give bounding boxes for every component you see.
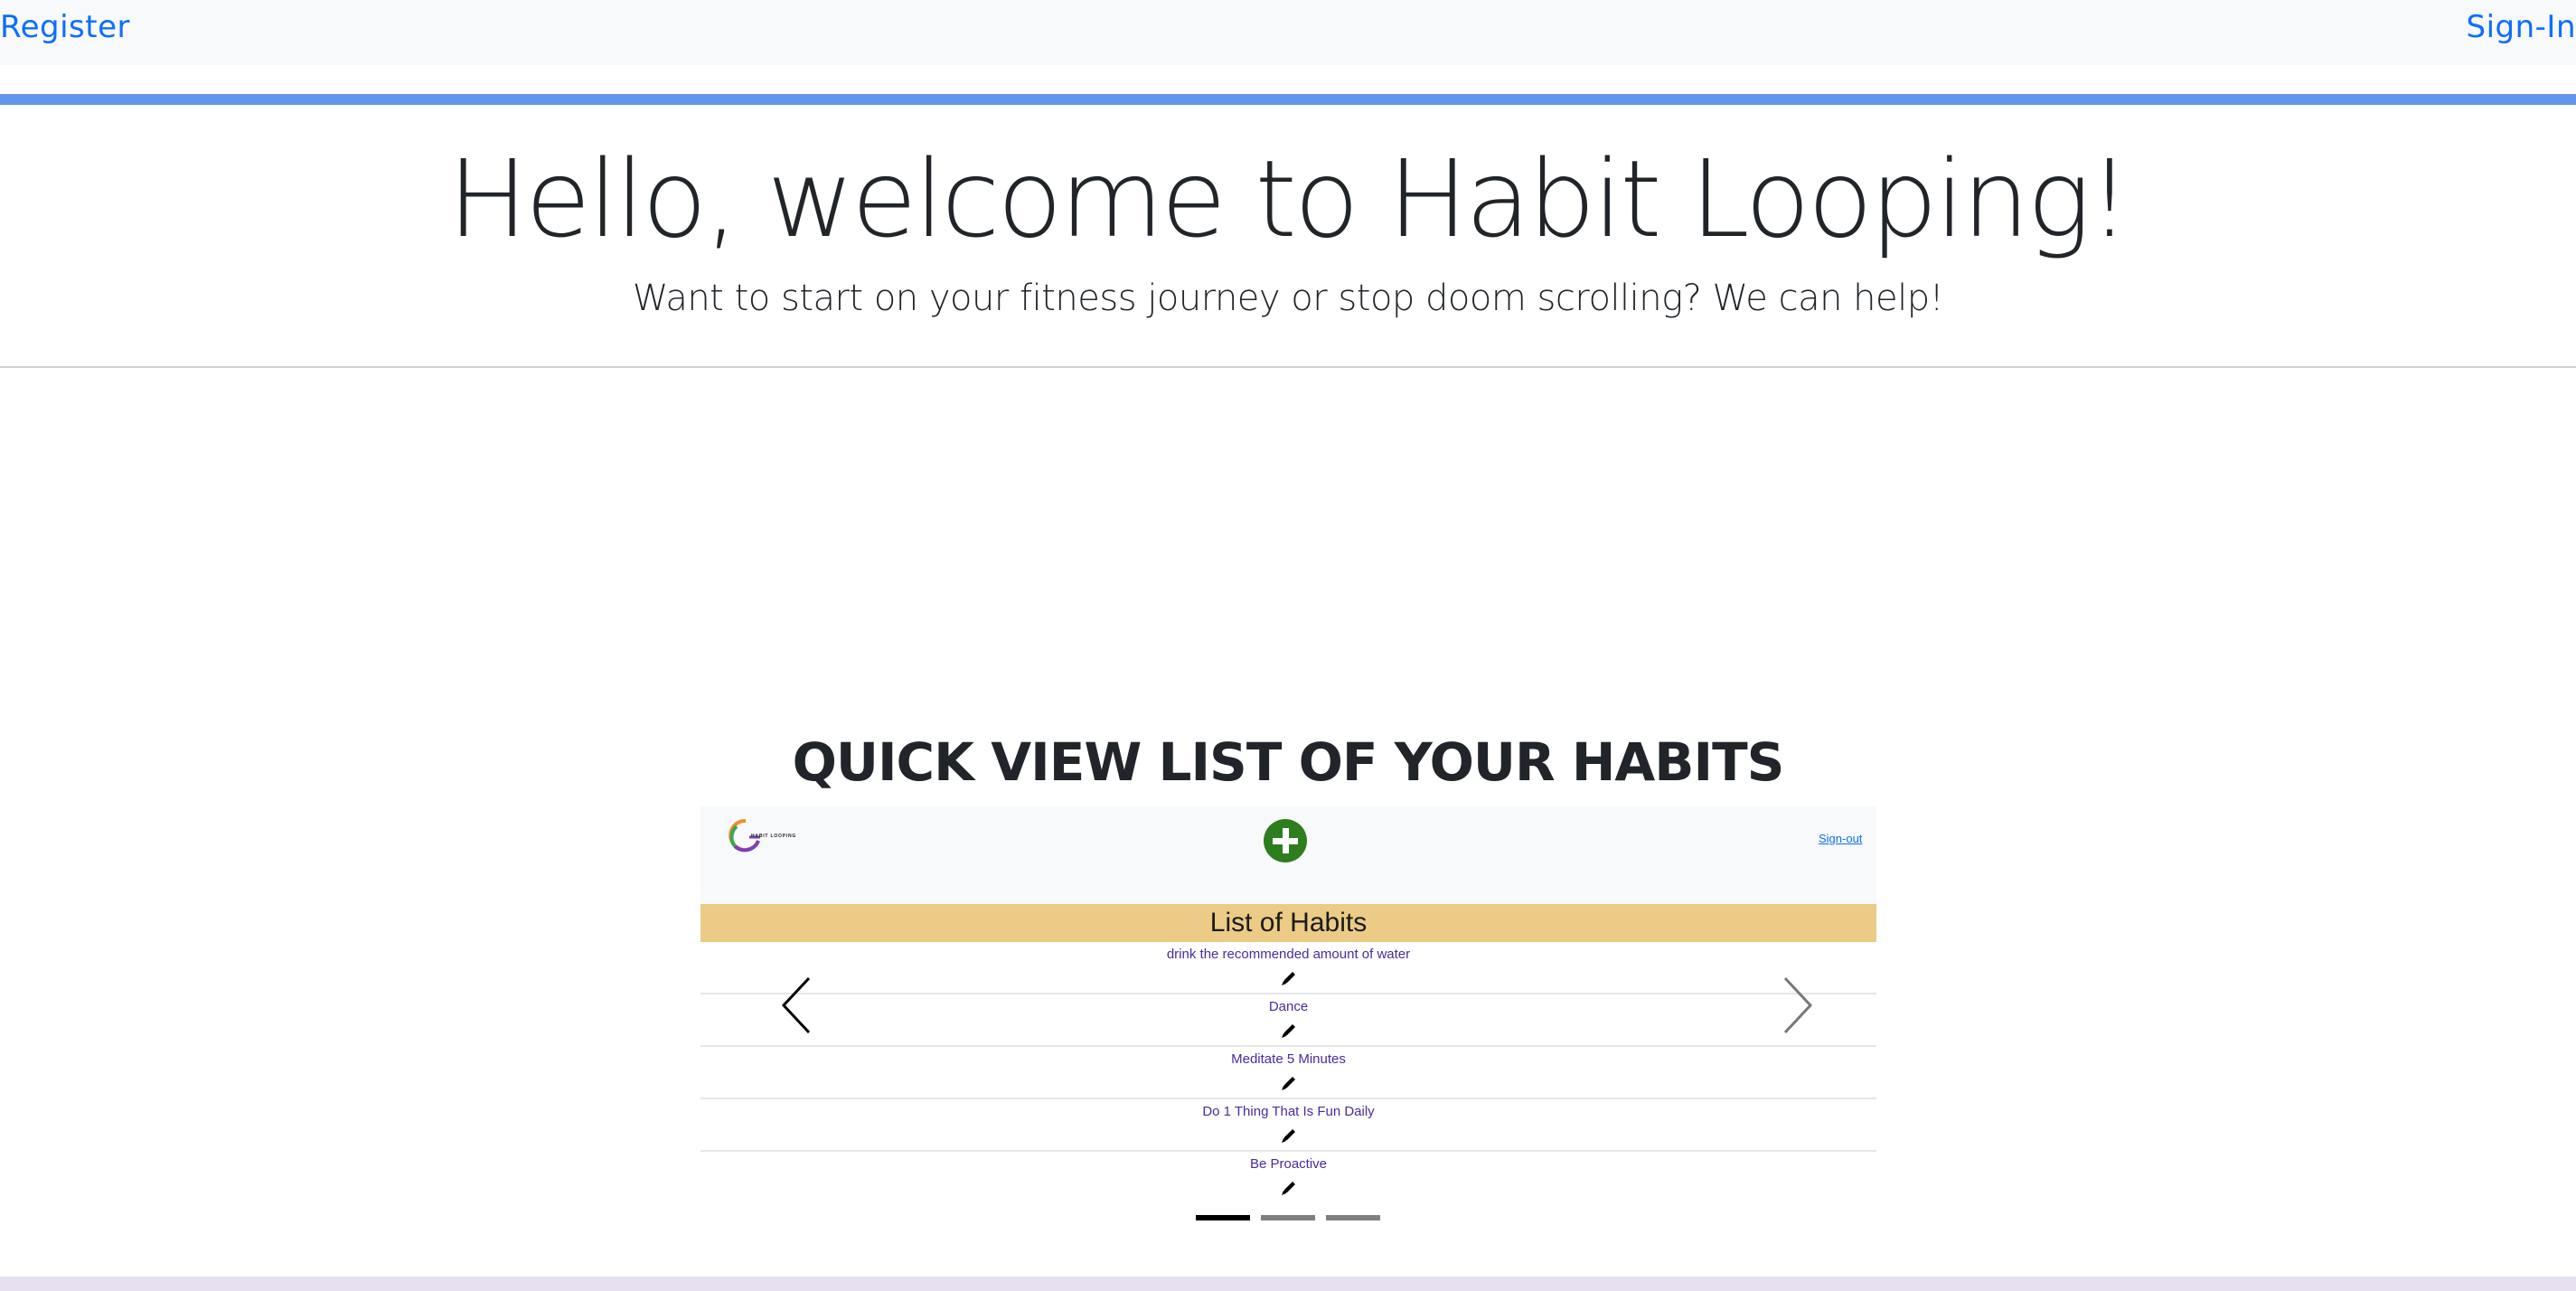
habit-looping-logo: HABIT LOOPING <box>729 818 796 853</box>
habit-row: Do 1 Thing That Is Fun Daily <box>700 1099 1876 1152</box>
list-of-habits-header: List of Habits <box>700 904 1876 942</box>
footer-band <box>0 1277 2576 1291</box>
logo-text: HABIT LOOPING <box>751 834 796 839</box>
habit-name: drink the recommended amount of water <box>1166 947 1411 962</box>
divider <box>0 366 2576 368</box>
habit-row: Dance <box>700 994 1876 1047</box>
top-navbar: Register Sign-In <box>0 0 2576 65</box>
habit-name: Be Proactive <box>1249 1156 1328 1172</box>
carousel-indicator[interactable] <box>1196 1215 1250 1220</box>
habit-row: drink the recommended amount of water <box>700 942 1876 994</box>
pencil-icon[interactable] <box>1279 1178 1299 1198</box>
hero-subtitle: Want to start on your fitness journey or… <box>632 278 1944 319</box>
habit-name: Meditate 5 Minutes <box>1231 1051 1346 1067</box>
slide-navbar: HABIT LOOPING Sign-out <box>700 806 1876 904</box>
carousel-indicators <box>1196 1215 1386 1220</box>
habits-carousel: HABIT LOOPING Sign-out List of Habits dr… <box>700 806 1876 1231</box>
chevron-right-icon[interactable] <box>1767 969 1821 1041</box>
habit-list: drink the recommended amount of water Dan… <box>700 942 1876 1201</box>
habit-name: Do 1 Thing That Is Fun Daily <box>1202 1104 1375 1119</box>
pencil-icon[interactable] <box>1279 968 1299 988</box>
pencil-icon[interactable] <box>1279 1021 1299 1041</box>
habit-row: Be Proactive <box>700 1152 1876 1201</box>
sign-in-link[interactable]: Sign-In <box>2466 9 2576 45</box>
carousel-slide: HABIT LOOPING Sign-out List of Habits dr… <box>700 806 1876 1201</box>
carousel-indicator[interactable] <box>1326 1215 1380 1220</box>
sign-out-link[interactable]: Sign-out <box>1819 832 1862 845</box>
pencil-icon[interactable] <box>1279 1073 1299 1093</box>
register-link[interactable]: Register <box>0 9 130 45</box>
carousel-indicator[interactable] <box>1261 1215 1315 1220</box>
chevron-left-icon[interactable] <box>773 969 827 1041</box>
pencil-icon[interactable] <box>1279 1126 1299 1145</box>
habit-name: Dance <box>1268 999 1309 1014</box>
accent-bar <box>0 94 2576 105</box>
hero-title: Hello, welcome to Habit Looping! <box>447 137 2130 261</box>
habit-row: Meditate 5 Minutes <box>700 1047 1876 1099</box>
quick-view-title: QUICK VIEW LIST OF YOUR HABITS <box>792 731 1785 793</box>
plus-circle-icon[interactable] <box>1264 819 1307 862</box>
